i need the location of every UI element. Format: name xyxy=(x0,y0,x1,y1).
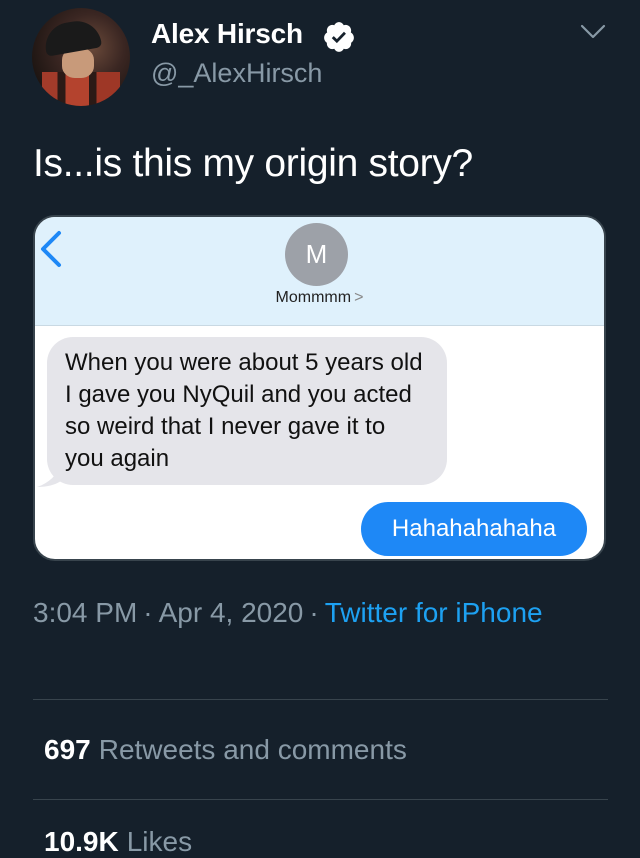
meta-separator: · xyxy=(309,597,319,628)
tweet-media-image[interactable]: M Mommmm > When you were about 5 years ol… xyxy=(33,215,606,561)
author-name[interactable]: Alex Hirsch xyxy=(151,18,303,50)
author-avatar[interactable] xyxy=(32,8,130,106)
tweet-text: Is...is this my origin story? xyxy=(33,142,473,185)
tweet-source-link[interactable]: Twitter for iPhone xyxy=(325,597,543,628)
back-chevron-icon xyxy=(41,231,61,267)
retweets-count: 697 xyxy=(44,734,91,765)
contact-chevron: > xyxy=(354,289,364,306)
contact-avatar: M xyxy=(285,223,348,286)
tweet-metadata: 3:04 PM · Apr 4, 2020 · Twitter for iPhone xyxy=(33,594,593,632)
contact-name: Mommmm > xyxy=(35,289,604,307)
outgoing-message-bubble: Hahahahahaha xyxy=(361,502,587,556)
messages-header: M Mommmm > xyxy=(35,217,604,326)
tweet-time[interactable]: 3:04 PM xyxy=(33,597,137,628)
chevron-down-icon[interactable] xyxy=(580,22,606,42)
retweets-stat[interactable]: 697 Retweets and comments xyxy=(44,734,407,766)
incoming-message-bubble: When you were about 5 years old I gave y… xyxy=(47,337,447,485)
verified-badge-icon xyxy=(324,22,354,52)
contact-name-label: Mommmm xyxy=(275,289,352,306)
meta-separator: · xyxy=(143,597,153,628)
divider xyxy=(33,699,608,700)
author-handle[interactable]: @_AlexHirsch xyxy=(151,58,322,89)
retweets-label: Retweets and comments xyxy=(98,734,407,765)
tweet-date[interactable]: Apr 4, 2020 xyxy=(159,597,304,628)
avatar-hat xyxy=(41,17,103,57)
likes-stat[interactable]: 10.9K Likes xyxy=(44,826,192,858)
divider xyxy=(33,799,608,800)
